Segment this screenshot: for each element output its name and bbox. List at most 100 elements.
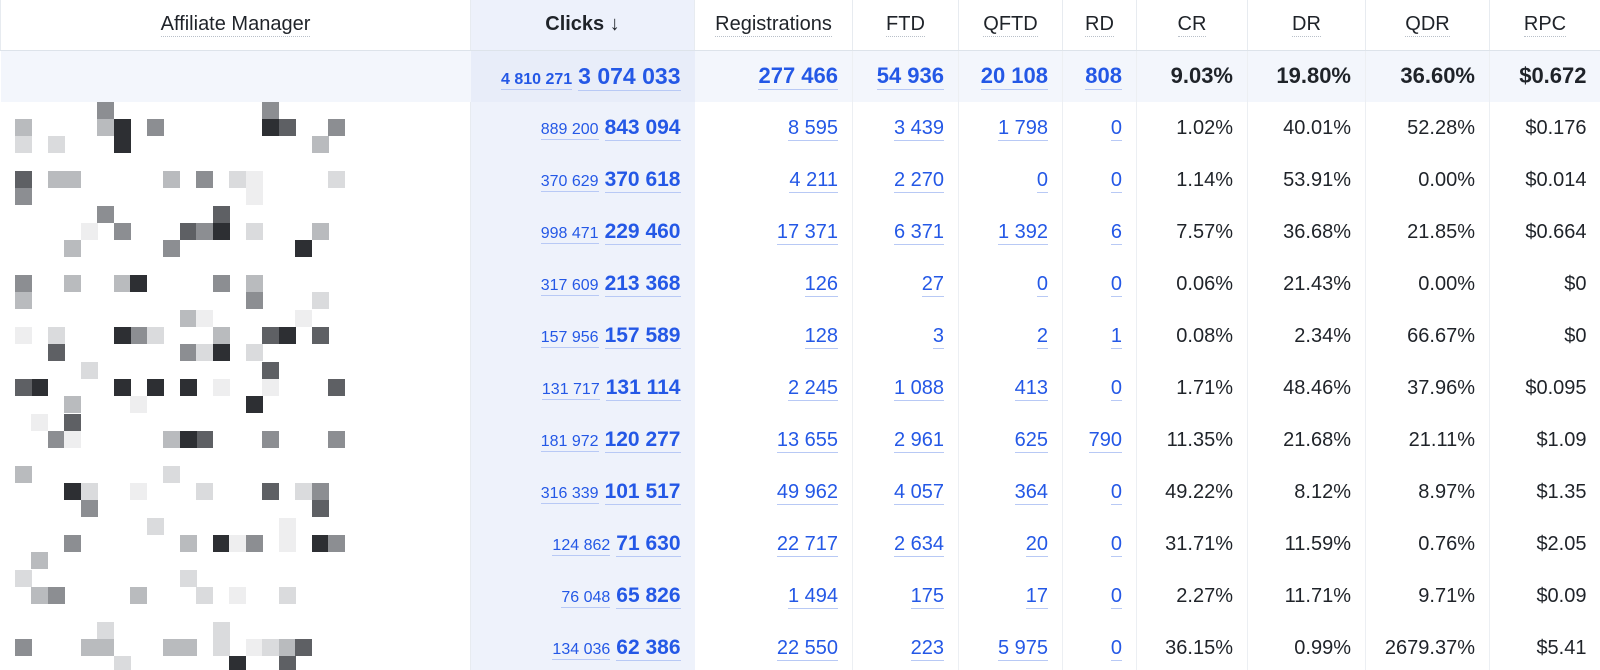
rd-link[interactable]: 0 <box>1110 272 1122 297</box>
table-row[interactable]: 124 862 71 630 22 717 2 634 20 0 31.71% 11.59% 0… <box>0 518 1600 570</box>
table-row[interactable]: 157 956 157 589 128 3 2 1 0.08% 2.34% 66.67% $0 <box>0 310 1600 362</box>
qftd-link[interactable]: 1 798 <box>997 116 1048 141</box>
qftd-link[interactable]: 2 <box>1036 324 1048 349</box>
clicks-link[interactable]: 62 386 <box>616 636 681 661</box>
rd-link[interactable]: 0 <box>1110 636 1122 661</box>
registrations-link[interactable]: 13 655 <box>776 428 838 453</box>
table-row[interactable]: 134 036 62 386 22 550 223 5 975 0 36.15% 0.99% 2… <box>0 622 1600 670</box>
cr-cell: 31.71% <box>1136 518 1248 570</box>
rd-link[interactable]: 0 <box>1110 584 1122 609</box>
redaction-pixel <box>14 379 32 396</box>
clicks-previous-link[interactable]: 124 862 <box>552 537 611 556</box>
clicks-previous-link[interactable]: 998 471 <box>540 225 599 244</box>
ftd-link[interactable]: 3 439 <box>893 116 944 141</box>
clicks-previous-link[interactable]: 370 629 <box>540 173 599 192</box>
column-header-ftd[interactable]: FTD <box>852 0 959 51</box>
column-header-manager[interactable]: Affiliate Manager <box>0 0 471 51</box>
column-header-qftd[interactable]: QFTD <box>958 0 1063 51</box>
column-header-cr[interactable]: CR <box>1136 0 1248 51</box>
registrations-link[interactable]: 22 550 <box>776 636 838 661</box>
totals-clicks-previous-link[interactable]: 4 810 271 <box>500 70 573 90</box>
qftd-link[interactable]: 364 <box>1014 480 1048 505</box>
rd-link[interactable]: 0 <box>1110 116 1122 141</box>
clicks-link[interactable]: 370 618 <box>604 168 681 193</box>
qftd-link[interactable]: 1 392 <box>997 220 1048 245</box>
rd-link[interactable]: 1 <box>1110 324 1122 349</box>
ftd-link[interactable]: 2 961 <box>893 428 944 453</box>
totals-rd-link[interactable]: 808 <box>1085 63 1122 91</box>
rd-link[interactable]: 790 <box>1088 428 1122 453</box>
totals-ftd-link[interactable]: 54 936 <box>876 63 944 91</box>
rd-link[interactable]: 0 <box>1110 168 1122 193</box>
ftd-link[interactable]: 1 088 <box>893 376 944 401</box>
qftd-link[interactable]: 625 <box>1014 428 1048 453</box>
clicks-link[interactable]: 843 094 <box>604 116 681 141</box>
totals-registrations-link[interactable]: 277 466 <box>758 63 838 91</box>
registrations-link[interactable]: 17 371 <box>776 220 838 245</box>
redaction-pixel <box>47 431 65 448</box>
rd-link[interactable]: 0 <box>1110 480 1122 505</box>
registrations-link[interactable]: 49 962 <box>776 480 838 505</box>
totals-rpc-cell: $0.672 <box>1489 50 1600 102</box>
table-row[interactable]: 889 200 843 094 8 595 3 439 1 798 0 1.02% 40.01… <box>0 102 1600 154</box>
column-header-qdr[interactable]: QDR <box>1365 0 1490 51</box>
registrations-link[interactable]: 126 <box>804 272 838 297</box>
rd-link[interactable]: 0 <box>1110 376 1122 401</box>
column-header-rpc[interactable]: RPC <box>1489 0 1600 51</box>
ftd-cell: 3 439 <box>852 102 959 154</box>
totals-clicks-link[interactable]: 3 074 033 <box>578 62 681 91</box>
clicks-previous-link[interactable]: 134 036 <box>552 641 611 660</box>
table-row[interactable]: 181 972 120 277 13 655 2 961 625 790 11.35% 21.… <box>0 414 1600 466</box>
ftd-link[interactable]: 2 270 <box>893 168 944 193</box>
clicks-link[interactable]: 65 826 <box>616 584 681 609</box>
ftd-link[interactable]: 2 634 <box>893 532 944 557</box>
table-row[interactable]: 76 048 65 826 1 494 175 17 0 2.27% 11.71% 9.71% $… <box>0 570 1600 622</box>
ftd-link[interactable]: 6 371 <box>893 220 944 245</box>
clicks-link[interactable]: 131 114 <box>605 376 681 401</box>
clicks-previous-link[interactable]: 889 200 <box>540 121 599 140</box>
table-row[interactable]: 316 339 101 517 49 962 4 057 364 0 49.22% 8.12%… <box>0 466 1600 518</box>
clicks-previous-link[interactable]: 317 609 <box>540 277 599 296</box>
registrations-link[interactable]: 8 595 <box>787 116 838 141</box>
table-row[interactable]: 370 629 370 618 4 211 2 270 0 0 1.14% 53.91% 0.0… <box>0 154 1600 206</box>
ftd-link[interactable]: 27 <box>921 272 944 297</box>
rd-link[interactable]: 0 <box>1110 532 1122 557</box>
ftd-link[interactable]: 175 <box>910 584 944 609</box>
clicks-previous-link[interactable]: 76 048 <box>561 589 611 608</box>
clicks-link[interactable]: 101 517 <box>604 480 681 505</box>
clicks-link[interactable]: 120 277 <box>604 428 681 453</box>
table-row[interactable]: 998 471 229 460 17 371 6 371 1 392 6 7.57% 36.6… <box>0 206 1600 258</box>
qftd-link[interactable]: 0 <box>1036 168 1048 193</box>
qftd-link[interactable]: 17 <box>1025 584 1048 609</box>
column-header-rd[interactable]: RD <box>1062 0 1137 51</box>
column-header-clicks-sorted[interactable]: Clicks ↓ <box>470 0 695 51</box>
clicks-link[interactable]: 213 368 <box>604 272 681 297</box>
clicks-previous-link[interactable]: 157 956 <box>540 329 599 348</box>
ftd-link[interactable]: 4 057 <box>893 480 944 505</box>
clicks-link[interactable]: 71 630 <box>616 532 681 557</box>
clicks-previous-link[interactable]: 131 717 <box>541 381 600 400</box>
table-row[interactable]: 131 717 131 114 2 245 1 088 413 0 1.71% 48.46% 3… <box>0 362 1600 414</box>
registrations-link[interactable]: 22 717 <box>776 532 838 557</box>
ftd-link[interactable]: 223 <box>910 636 944 661</box>
totals-qftd-link[interactable]: 20 108 <box>980 63 1048 91</box>
clicks-link[interactable]: 157 589 <box>604 324 681 349</box>
clicks-previous-link[interactable]: 316 339 <box>540 485 599 504</box>
redaction-pixel <box>278 535 296 552</box>
registrations-link[interactable]: 2 245 <box>787 376 838 401</box>
ftd-link[interactable]: 3 <box>932 324 944 349</box>
registrations-link[interactable]: 4 211 <box>789 168 838 193</box>
qftd-link[interactable]: 0 <box>1036 272 1048 297</box>
registrations-link[interactable]: 1 494 <box>787 584 838 609</box>
table-row[interactable]: 317 609 213 368 126 27 0 0 0.06% 21.43% 0.00% $0 <box>0 258 1600 310</box>
column-header-dr[interactable]: DR <box>1247 0 1366 51</box>
rd-link[interactable]: 6 <box>1110 220 1122 245</box>
clicks-previous-link[interactable]: 181 972 <box>540 433 599 452</box>
clicks-link[interactable]: 229 460 <box>604 220 681 245</box>
column-header-registrations[interactable]: Registrations <box>694 0 853 51</box>
qftd-link[interactable]: 413 <box>1014 376 1048 401</box>
qftd-link[interactable]: 20 <box>1025 532 1048 557</box>
qftd-link[interactable]: 5 975 <box>997 636 1048 661</box>
registrations-link[interactable]: 128 <box>804 324 838 349</box>
redaction-pixel <box>212 206 230 223</box>
